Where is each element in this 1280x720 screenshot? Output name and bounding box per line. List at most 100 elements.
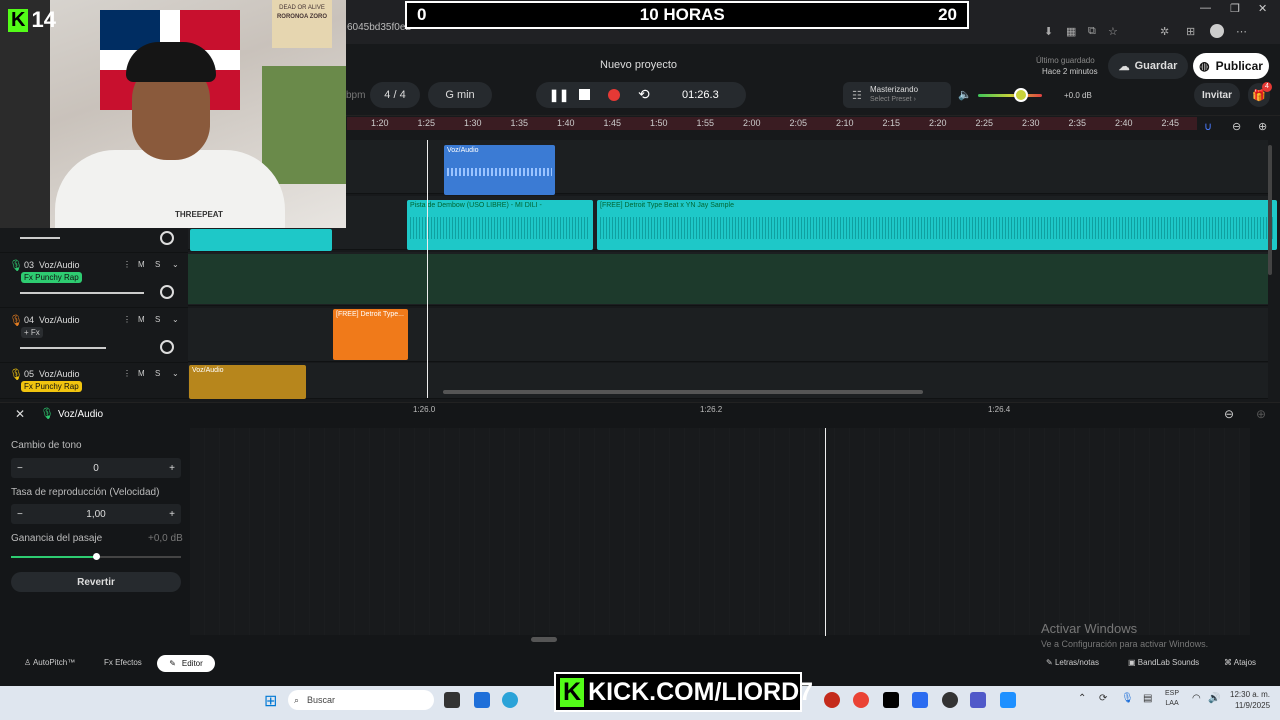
more-icon[interactable]: ⋮ (123, 260, 131, 269)
task-view-icon[interactable] (444, 692, 460, 708)
pan-knob[interactable] (160, 340, 174, 354)
sync-icon[interactable]: ⟳ (1099, 693, 1107, 704)
rate-stepper[interactable]: −1,00 + (11, 504, 181, 524)
url-text[interactable]: 6045bd35f0e2 (347, 22, 411, 33)
favorite-icon[interactable]: ☆ (1108, 25, 1118, 38)
more-icon[interactable]: ⋮ (123, 315, 131, 324)
minus-icon[interactable]: − (17, 463, 23, 474)
plus-icon[interactable]: + (169, 463, 175, 474)
snap-icon[interactable]: ∪ (1204, 120, 1212, 133)
editor-tab[interactable]: ✎ Editor (157, 655, 215, 672)
shortcuts-button[interactable]: ⌘ Atajos (1224, 658, 1256, 667)
edge-icon[interactable] (502, 692, 518, 708)
pan-knob[interactable] (160, 285, 174, 299)
clip-vox-1[interactable]: Voz/Audio (444, 145, 555, 195)
editor-scrollbar[interactable] (531, 637, 557, 642)
clip-beat-1[interactable]: Pista de Dembow (USO LIBRE) - MI DILI - (407, 200, 593, 250)
volume-icon[interactable]: 🔊 (1208, 693, 1220, 704)
loop-icon[interactable]: ⟲ (638, 86, 650, 103)
app-icon[interactable] (912, 692, 928, 708)
app-icon[interactable]: ▦ (1066, 25, 1076, 38)
clip-beat-2[interactable]: [FREE] Detroit Type Beat x YN Jay Sample (597, 200, 1277, 250)
track-volume[interactable] (20, 237, 60, 239)
chevron-down-icon[interactable]: ⌄ (172, 369, 179, 378)
profile-avatar[interactable] (1210, 24, 1224, 38)
horizontal-scrollbar[interactable] (443, 390, 923, 394)
editor-playhead[interactable] (825, 428, 826, 636)
teams-icon[interactable] (970, 692, 986, 708)
key-selector[interactable]: G min (428, 82, 492, 108)
app-icon[interactable] (824, 692, 840, 708)
project-title[interactable]: Nuevo proyecto (600, 59, 677, 71)
track-volume[interactable] (20, 347, 106, 349)
lyrics-button[interactable]: ✎ Letras/notas (1046, 658, 1099, 667)
taskbar-search[interactable]: ⌕ Buscar (288, 690, 434, 710)
zoom-in-icon[interactable]: ⊕ (1258, 120, 1267, 133)
plus-icon[interactable]: + (169, 509, 175, 520)
stop-icon[interactable] (579, 89, 590, 100)
revert-button[interactable]: Revertir (11, 572, 181, 592)
more-icon[interactable]: ⋯ (1236, 25, 1247, 38)
zoom-in-icon[interactable]: ⊕ (1256, 407, 1266, 421)
maximize-icon[interactable]: ❐ (1230, 2, 1240, 15)
invite-button[interactable]: Invitar (1194, 83, 1240, 107)
mic-icon[interactable]: 🎙 (1121, 693, 1134, 704)
collections-icon[interactable]: ⊞ (1186, 25, 1195, 38)
zoom-out-icon[interactable]: ⊖ (1224, 407, 1234, 421)
autopitch-tab[interactable]: ♙ AutoPitch™ (24, 658, 75, 667)
solo-button[interactable]: S (155, 369, 160, 378)
clock[interactable]: 12:30 a. m. 11/9/2025 (1230, 689, 1270, 711)
playhead[interactable] (427, 140, 428, 398)
track-volume[interactable] (20, 292, 144, 294)
chrome-icon[interactable] (853, 692, 869, 708)
fx-tag[interactable]: Fx Punchy Rap (21, 381, 82, 392)
pitch-stepper[interactable]: −0 + (11, 458, 181, 478)
windows-start-icon[interactable]: ⊞ (264, 691, 277, 711)
pan-knob[interactable] (160, 231, 174, 245)
gain-handle[interactable] (93, 553, 100, 560)
speaker-icon[interactable]: 🔈 (958, 88, 972, 101)
clip-orange[interactable]: [FREE] Detroit Type... (333, 309, 408, 360)
timeline-ruler[interactable]: 1:20 1:25 1:30 1:35 1:40 1:45 1:50 1:55 2:00 2:05… (347, 117, 1197, 130)
close-icon[interactable]: ✕ (15, 407, 25, 421)
download-icon[interactable]: ⬇ (1044, 25, 1053, 38)
pause-icon[interactable]: ❚❚ (549, 88, 569, 102)
chevron-up-icon[interactable]: ⌃ (1078, 693, 1086, 704)
vertical-scrollbar[interactable] (1268, 145, 1272, 275)
tiktok-icon[interactable] (883, 692, 899, 708)
clip-vox-3[interactable] (188, 254, 1268, 304)
record-icon[interactable] (608, 89, 620, 101)
minimize-icon[interactable]: — (1200, 2, 1211, 14)
wifi-icon[interactable]: ◠ (1192, 693, 1201, 704)
solo-button[interactable]: S (155, 315, 160, 324)
language-indicator[interactable]: ESP LAA (1165, 689, 1179, 709)
more-icon[interactable]: ⋮ (123, 369, 131, 378)
app-icon[interactable]: ▤ (1143, 693, 1152, 704)
mute-button[interactable]: M (138, 315, 145, 324)
time-signature[interactable]: 4 / 4 (370, 82, 420, 108)
track-lane-01[interactable] (188, 140, 1268, 194)
solo-button[interactable]: S (155, 260, 160, 269)
editor-canvas[interactable] (190, 428, 1250, 635)
fx-tag[interactable]: Fx Punchy Rap (21, 272, 82, 283)
tab-icon[interactable]: ⧉ (1088, 25, 1096, 38)
extensions-icon[interactable]: ✲ (1160, 25, 1169, 38)
close-icon[interactable]: ✕ (1258, 2, 1267, 15)
master-volume-slider[interactable] (978, 94, 1042, 97)
minus-icon[interactable]: − (17, 509, 23, 520)
save-button[interactable]: ☁ Guardar (1108, 53, 1188, 79)
clip-yellow[interactable]: Voz/Audio (189, 365, 306, 399)
mute-button[interactable]: M (138, 369, 145, 378)
chevron-down-icon[interactable]: ⌄ (172, 260, 179, 269)
add-fx-tag[interactable]: + Fx (21, 327, 43, 338)
chevron-down-icon[interactable]: ⌄ (172, 315, 179, 324)
volume-handle[interactable] (1014, 88, 1028, 102)
clip-beat-0[interactable] (190, 229, 332, 251)
app-icon[interactable] (942, 692, 958, 708)
zoom-out-icon[interactable]: ⊖ (1232, 120, 1241, 133)
publish-button[interactable]: ◍ Publicar (1193, 53, 1269, 79)
mute-button[interactable]: M (138, 260, 145, 269)
store-icon[interactable] (474, 692, 490, 708)
bandlab-sounds-button[interactable]: ▣ BandLab Sounds (1128, 658, 1199, 667)
notepad-icon[interactable] (1000, 692, 1016, 708)
